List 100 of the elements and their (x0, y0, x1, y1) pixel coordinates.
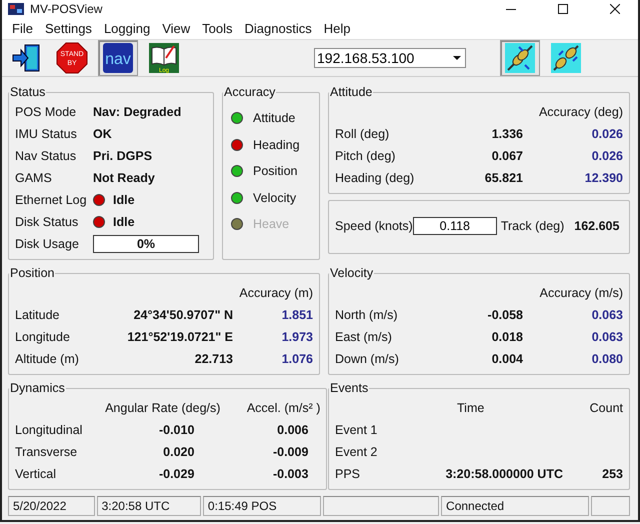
row-label: Event 2 (335, 444, 378, 461)
row-label: Vertical (15, 466, 57, 483)
column-header: Accel. (m/s² ) (246, 400, 320, 417)
value-cell-text: -0.058 (486, 307, 523, 324)
column-header: Count (588, 400, 623, 417)
status-label: Disk Status (15, 215, 80, 229)
value-cell-text: 24°34'50.9707" N (132, 307, 233, 324)
accuracy-cell-text: 0.026 (590, 148, 623, 165)
menu-item[interactable]: Help (318, 20, 356, 36)
value-cell-text: 0.006 (276, 422, 310, 439)
status-bar-panel (590, 496, 630, 516)
status-label: IMU Status (15, 127, 78, 141)
value-cell-text: 0.020 (162, 444, 196, 461)
status-bar-cell: 5/20/2022 (8, 496, 95, 516)
accuracy-cell-text: 1.851 (280, 307, 313, 324)
row-label: Transverse (15, 444, 78, 461)
status-value: Nav: Degraded (93, 105, 182, 119)
value-cell-text: 0.067 (490, 148, 523, 165)
status-value: Not Ready (93, 171, 155, 185)
status-value: OK (93, 127, 112, 141)
row-label: PPS (335, 466, 362, 483)
app-icon (8, 3, 24, 15)
accuracy-label: Heading (253, 138, 300, 152)
accuracy-cell-text: 0.080 (590, 351, 623, 368)
accuracy-label: Attitude (253, 111, 296, 126)
value-cell-text: 0.004 (490, 351, 523, 368)
row-label: Event 1 (335, 422, 378, 439)
row-label: Latitude (15, 307, 60, 324)
column-header: Time (456, 400, 486, 417)
row-label: East (m/s) (335, 329, 393, 346)
menu-item[interactable]: Logging (98, 20, 156, 36)
menu-item[interactable]: Diagnostics (238, 20, 318, 36)
status-label: Disk Usage (15, 237, 80, 251)
status-label: GAMS (15, 171, 53, 185)
status-value: Idle (113, 215, 135, 229)
track-value: 162.605 (574, 219, 620, 233)
maximize-icon[interactable] (558, 4, 568, 14)
value-cell-text: 22.713 (194, 351, 233, 368)
caret-icon (453, 56, 461, 60)
panel-title: Dynamics (9, 381, 66, 395)
row-label: North (m/s) (335, 307, 398, 324)
value-cell-text: -0.029 (158, 466, 196, 483)
menu-item[interactable]: Tools (196, 20, 239, 36)
value-cell-text: -0.010 (158, 422, 196, 439)
accuracy-cell-text: 1.076 (280, 351, 313, 368)
panel-title: Velocity (329, 266, 374, 280)
accuracy-label: Velocity (253, 190, 296, 205)
toolbar-button[interactable] (500, 40, 540, 76)
column-header: Angular Rate (deg/s) (104, 400, 220, 417)
accuracy-label: Heave (253, 217, 290, 232)
address-combo[interactable]: 192.168.53.100 (314, 48, 466, 68)
value-cell-text: 253 (601, 466, 623, 483)
plug-disconnect-icon (551, 42, 581, 73)
column-header: Accuracy (m) (238, 285, 313, 302)
menu-item[interactable]: File (6, 20, 39, 36)
row-label: Pitch (deg) (335, 148, 396, 165)
column-header: Accuracy (m/s) (538, 285, 623, 302)
exit-door-icon (11, 42, 41, 73)
column-header: Accuracy (deg) (538, 104, 623, 121)
value-cell-text: 0.018 (490, 329, 523, 346)
panel-title: Status (9, 85, 46, 99)
row-label: Down (m/s) (335, 351, 400, 368)
status-value: Idle (113, 193, 135, 207)
status-bar-cell: Connected (441, 496, 589, 516)
row-label: Longitudinal (15, 422, 82, 439)
accuracy-cell-text: 0.063 (590, 307, 623, 324)
minimize-icon[interactable] (506, 8, 516, 10)
value-cell-text: -0.009 (272, 444, 310, 461)
value-cell-text: 121°52'19.0721" E (126, 329, 233, 346)
status-value: Pri. DGPS (93, 149, 152, 163)
accuracy-cell-text: 0.063 (590, 329, 623, 346)
window-title: MV-POSView (30, 2, 104, 16)
disk-usage-bar: 0% (93, 235, 199, 253)
menu-item[interactable]: View (156, 20, 196, 36)
track-label: Track (deg) (500, 219, 564, 233)
row-label: Altitude (m) (15, 351, 80, 368)
plug-connect-icon (505, 42, 535, 73)
close-icon[interactable] (610, 4, 620, 14)
accuracy-cell-text: 0.026 (590, 126, 623, 143)
speed-label: Speed (knots) (335, 219, 413, 233)
panel-title: Position (9, 266, 56, 280)
value-cell-text: -0.003 (272, 466, 310, 483)
accuracy-label: Position (253, 164, 298, 178)
panel-title: Attitude (329, 85, 374, 99)
status-label: Ethernet Log (15, 193, 88, 207)
row-label: Roll (deg) (335, 126, 390, 143)
panel-title: Events (329, 381, 370, 395)
accuracy-cell-text: 12.390 (584, 170, 623, 187)
status-label: Nav Status (15, 149, 78, 163)
status-bar-cell: 3:20:58 UTC (96, 496, 201, 516)
value-cell-text: 3:20:58.000000 UTC (444, 466, 563, 483)
status-bar-cell: 0:15:49 POS (202, 496, 321, 516)
menu-item[interactable]: Settings (38, 20, 98, 36)
value-cell-text: 65.821 (484, 170, 523, 187)
panel-title: Accuracy (223, 85, 276, 99)
status-label: POS Mode (15, 105, 78, 119)
speed-field[interactable]: 0.118 (412, 217, 497, 235)
accuracy-cell-text: 1.973 (280, 329, 313, 346)
row-label: Heading (deg) (335, 170, 416, 187)
value-cell-text: 1.336 (490, 126, 523, 143)
